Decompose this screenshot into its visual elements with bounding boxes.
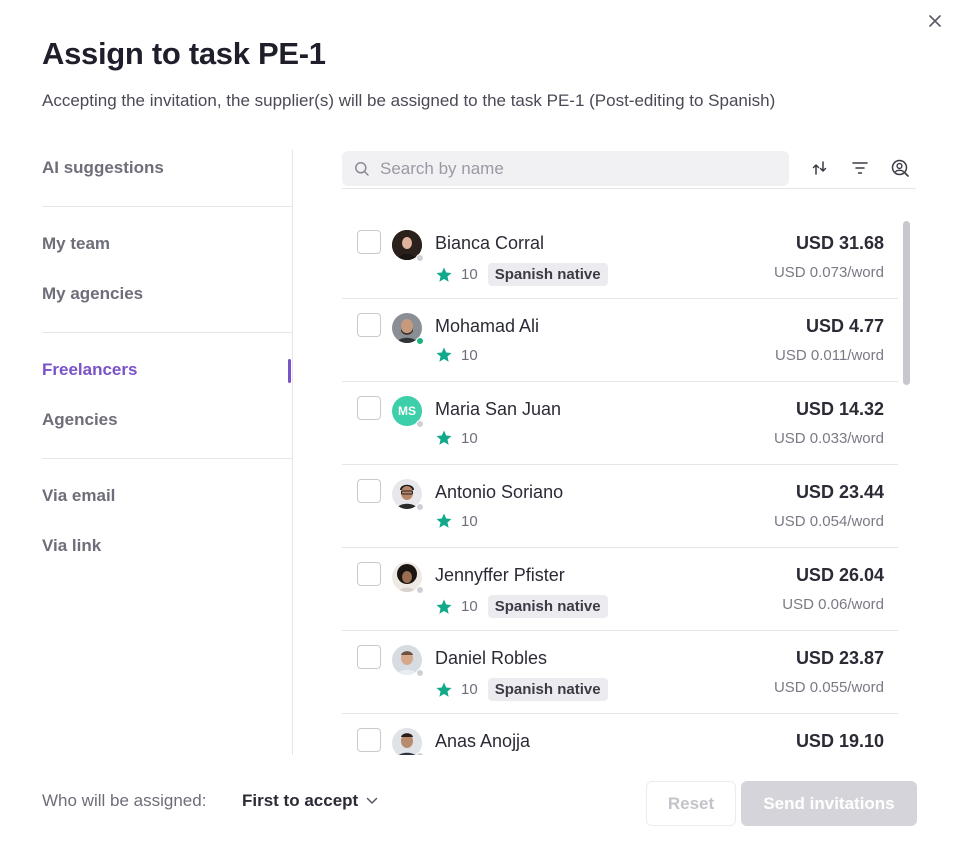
- sidebar-item-via-email[interactable]: Via email: [42, 486, 115, 506]
- supplier-rate: USD 0.055/word: [773, 679, 884, 696]
- filter-button[interactable]: [849, 157, 871, 179]
- close-icon: [929, 15, 941, 27]
- language-badge: Spanish native: [487, 678, 608, 701]
- active-indicator: [288, 359, 291, 383]
- select-checkbox[interactable]: [357, 313, 381, 337]
- supplier-rate: USD 0.033/word: [773, 430, 884, 447]
- supplier-name: Anas Anojja: [435, 731, 531, 751]
- avatar: [392, 728, 422, 755]
- rating-value: 10: [461, 346, 478, 364]
- language-badge: Spanish native: [487, 263, 608, 286]
- supplier-rate: USD 0.073/word: [773, 264, 884, 281]
- sidebar-item-via-link[interactable]: Via link: [42, 536, 101, 556]
- star-icon: [436, 599, 452, 614]
- star-icon: [436, 347, 452, 362]
- supplier-price: USD 14.32: [795, 399, 884, 419]
- chevron-down-icon: [366, 797, 378, 804]
- rating-value: 10: [461, 681, 478, 698]
- list-item[interactable]: Anas Anojja USD 19.10: [342, 714, 898, 755]
- sidebar: AI suggestions My team My agencies Freel…: [42, 150, 293, 755]
- supplier-name: Daniel Robles: [435, 648, 548, 668]
- status-indicator: [416, 337, 424, 345]
- status-indicator: [416, 669, 424, 677]
- avatar-initials: MS: [398, 404, 416, 418]
- sidebar-divider: [42, 332, 292, 333]
- select-checkbox[interactable]: [357, 230, 381, 254]
- close-button[interactable]: [924, 10, 946, 32]
- supplier-price: USD 19.10: [795, 731, 884, 751]
- sidebar-divider: [42, 458, 292, 459]
- status-indicator: [416, 752, 424, 755]
- supplier-name: Maria San Juan: [435, 399, 562, 419]
- status-indicator: [416, 420, 424, 428]
- sort-icon: [812, 161, 827, 175]
- supplier-name: Bianca Corral: [435, 233, 545, 253]
- supplier-name: Antonio Soriano: [435, 482, 564, 502]
- rating-value: 10: [461, 512, 478, 530]
- supplier-rate: USD 0.054/word: [773, 513, 884, 530]
- language-badge: Spanish native: [487, 595, 608, 618]
- assign-mode-select[interactable]: First to accept: [242, 791, 378, 811]
- dialog-title: Assign to task PE-1: [42, 36, 326, 71]
- assign-mode-value: First to accept: [242, 791, 359, 810]
- supplier-price: USD 23.87: [795, 648, 884, 668]
- profile-search-icon: [891, 159, 909, 177]
- assign-mode-label: Who will be assigned:: [42, 791, 207, 810]
- list-scrollbar[interactable]: [903, 221, 910, 385]
- reset-button[interactable]: Reset: [646, 781, 736, 826]
- filter-icon: [852, 162, 868, 174]
- supplier-price: USD 4.77: [805, 316, 884, 336]
- supplier-price: USD 26.04: [795, 565, 884, 585]
- star-icon: [436, 513, 452, 528]
- supplier-rating: 10: [435, 429, 478, 447]
- select-checkbox[interactable]: [357, 645, 381, 669]
- sort-button[interactable]: [809, 157, 831, 179]
- supplier-name: Jennyffer Pfister: [435, 565, 565, 585]
- rating-value: 10: [461, 598, 478, 615]
- send-invitations-button[interactable]: Send invitations: [741, 781, 917, 826]
- status-indicator: [416, 503, 424, 511]
- status-indicator: [416, 586, 424, 594]
- sidebar-item-ai-suggestions[interactable]: AI suggestions: [42, 158, 164, 178]
- sidebar-item-freelancers[interactable]: Freelancers: [42, 360, 137, 380]
- list-item[interactable]: Antonio Soriano 10 USD 23.44 USD 0.054/w…: [342, 465, 898, 548]
- supplier-rating: 10: [435, 512, 478, 530]
- search-box: [342, 151, 789, 186]
- rating-value: 10: [461, 266, 478, 283]
- sidebar-item-my-team[interactable]: My team: [42, 234, 110, 254]
- supplier-rating: 10: [435, 346, 478, 364]
- star-icon: [436, 430, 452, 445]
- supplier-rating: 10 Spanish native: [435, 678, 608, 701]
- sidebar-item-my-agencies[interactable]: My agencies: [42, 284, 143, 304]
- star-icon: [436, 267, 452, 282]
- rating-value: 10: [461, 429, 478, 447]
- supplier-list: Bianca Corral 10 Spanish native USD 31.6…: [342, 216, 898, 755]
- status-indicator: [416, 254, 424, 262]
- list-item[interactable]: Jennyffer Pfister 10 Spanish native USD …: [342, 548, 898, 631]
- list-item[interactable]: Bianca Corral 10 Spanish native USD 31.6…: [342, 216, 898, 299]
- sidebar-item-agencies[interactable]: Agencies: [42, 410, 118, 430]
- star-icon: [436, 682, 452, 697]
- profile-search-button[interactable]: [889, 157, 911, 179]
- toolbar-divider: [342, 188, 916, 189]
- select-checkbox[interactable]: [357, 396, 381, 420]
- list-item[interactable]: MS Maria San Juan 10 USD 14.32 USD 0.033…: [342, 382, 898, 465]
- supplier-rate: USD 0.06/word: [782, 596, 884, 613]
- select-checkbox[interactable]: [357, 562, 381, 586]
- supplier-name: Mohamad Ali: [435, 316, 540, 336]
- supplier-price: USD 23.44: [795, 482, 884, 502]
- sidebar-divider: [42, 206, 292, 207]
- search-icon: [355, 161, 369, 176]
- supplier-rating: 10 Spanish native: [435, 263, 608, 286]
- select-checkbox[interactable]: [357, 728, 381, 752]
- supplier-price: USD 31.68: [795, 233, 884, 253]
- search-input[interactable]: [380, 158, 760, 179]
- list-item[interactable]: Mohamad Ali 10 USD 4.77 USD 0.011/word: [342, 299, 898, 382]
- dialog-subtitle: Accepting the invitation, the supplier(s…: [42, 91, 776, 110]
- supplier-rating: 10 Spanish native: [435, 595, 608, 618]
- supplier-rate: USD 0.011/word: [775, 347, 884, 364]
- select-checkbox[interactable]: [357, 479, 381, 503]
- list-item[interactable]: Daniel Robles 10 Spanish native USD 23.8…: [342, 631, 898, 714]
